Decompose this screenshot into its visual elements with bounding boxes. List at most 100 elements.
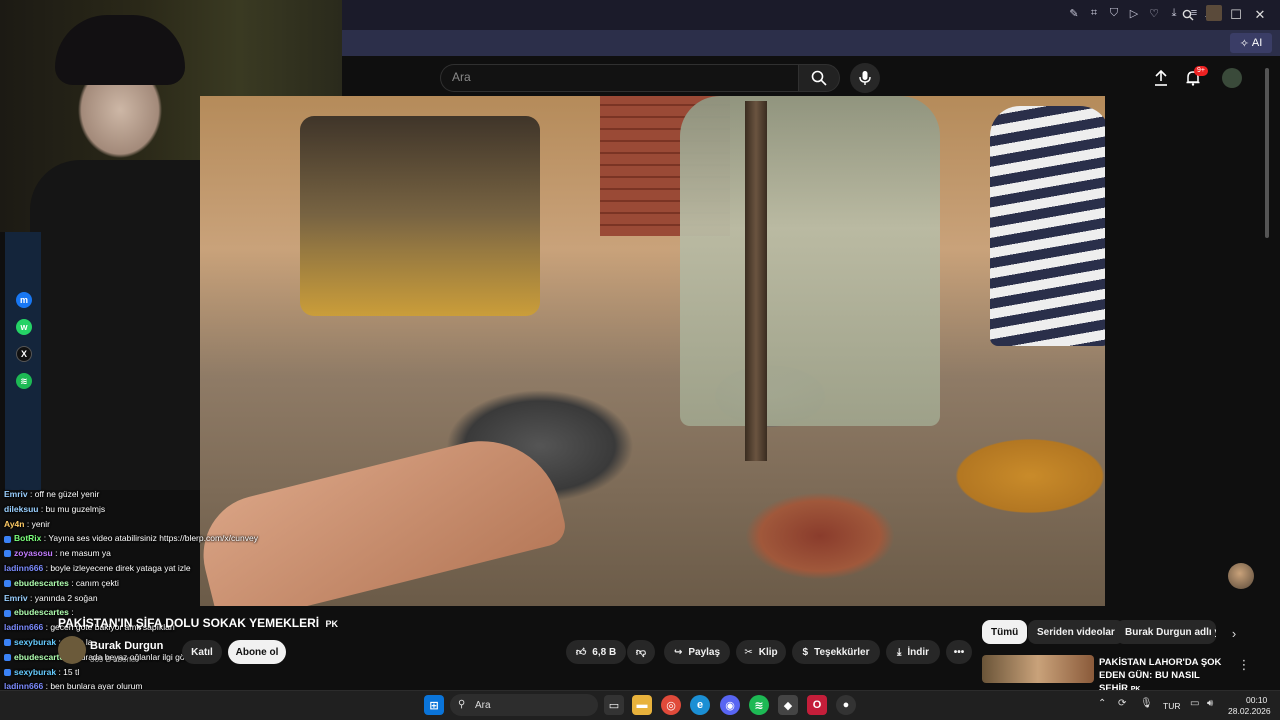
chevron-up-icon[interactable]: ⌃ xyxy=(1098,698,1106,709)
chat-message: ladinn666 : boyle izleyecene direk yatag… xyxy=(4,562,191,574)
chat-badge-icon xyxy=(4,535,11,543)
account-avatar[interactable] xyxy=(1222,68,1242,88)
chip-series-videos[interactable]: Seriden videolar xyxy=(1028,620,1124,644)
upload-icon xyxy=(1155,70,1167,86)
taskbar-search[interactable] xyxy=(450,694,598,716)
channel-avatar[interactable] xyxy=(58,636,86,664)
heart-icon[interactable]: ♡ xyxy=(1146,5,1162,21)
task-view-icon[interactable]: ▭ xyxy=(604,695,624,715)
messenger-icon[interactable]: m xyxy=(16,292,32,308)
screenshot-icon[interactable]: ⌗ xyxy=(1086,5,1102,21)
chat-message: Emriv : yanında 2 soğan xyxy=(4,592,98,604)
discord-icon[interactable]: ◉ xyxy=(720,695,740,715)
recommended-video-thumbnail[interactable] xyxy=(982,655,1094,683)
chat-badge-icon xyxy=(4,580,11,588)
maximize-icon[interactable]: ☐ xyxy=(1227,6,1245,24)
join-button[interactable]: Katıl xyxy=(182,640,222,664)
chat-username[interactable]: sexyburak xyxy=(14,637,56,647)
channel-name[interactable]: Burak Durgun xyxy=(90,640,163,652)
download-button[interactable]: ⤓ İndir xyxy=(886,640,940,664)
like-count: 6,8 B xyxy=(592,646,617,658)
chat-message: ebudescartes : canım çekti xyxy=(4,577,119,589)
download-icon: ⤓ xyxy=(896,646,902,658)
chat-username[interactable]: ebudescartes xyxy=(14,578,69,588)
video-scene-bystander xyxy=(990,106,1105,346)
chat-badge-icon xyxy=(4,609,11,617)
ai-button[interactable]: ✧ AI xyxy=(1230,33,1272,53)
chip-channel-videos[interactable]: Burak Durgun adlı yü xyxy=(1116,620,1216,644)
video-scene-pole xyxy=(745,101,767,461)
search-input[interactable] xyxy=(440,64,798,92)
thumbs-up-icon: 👍︎ xyxy=(575,647,587,658)
search-icon: ⚲ xyxy=(458,699,466,710)
spotify-icon[interactable]: ≋ xyxy=(16,373,32,389)
clock-date[interactable]: 28.02.2026 xyxy=(1228,706,1271,716)
join-label: Katıl xyxy=(191,646,213,658)
chat-text: : boyle izleyecene direk yataga yat izle xyxy=(45,563,191,573)
chat-message: Emriv : off ne güzel yenir xyxy=(4,488,99,500)
play-icon[interactable]: ▷ xyxy=(1126,5,1142,21)
chat-message: dileksuu : bu mu guzelmjs xyxy=(4,503,105,515)
chat-text: : 15 tl xyxy=(58,666,80,677)
chrome-icon[interactable]: ◎ xyxy=(661,695,681,715)
chat-message: zoyasosu : ne masum ya xyxy=(4,547,111,559)
scissors-icon: ✂ xyxy=(744,646,753,658)
edge-icon[interactable]: e xyxy=(690,695,710,715)
chat-text: : ne masum ya xyxy=(55,548,111,559)
chevron-right-icon[interactable]: › xyxy=(1225,624,1243,642)
dislike-button[interactable]: 👎︎ xyxy=(627,640,655,664)
chat-badge-icon xyxy=(4,654,11,662)
floating-avatar[interactable] xyxy=(1228,563,1254,589)
shield-icon[interactable]: ⛉ xyxy=(1106,5,1122,21)
chat-username[interactable]: Emriv xyxy=(4,593,28,603)
spotify-icon[interactable]: ≋ xyxy=(749,695,769,715)
screen: — ☐ ✕ ✎ ⌗ ⛉ ▷ ♡ ⤓ ≡ ✧ AI Ara 9+ m w X ≋ xyxy=(0,0,1280,720)
opera-icon[interactable]: O xyxy=(807,695,827,715)
share-label: Paylaş xyxy=(688,646,721,658)
chat-username[interactable]: ladinn666 xyxy=(4,563,43,573)
like-button[interactable]: 👍︎ 6,8 B xyxy=(566,640,626,664)
sync-icon[interactable]: ⟳ xyxy=(1118,698,1126,709)
monitor-icon[interactable]: ▭ xyxy=(1190,698,1199,709)
chat-username[interactable]: ladinn666 xyxy=(4,622,43,632)
chat-username[interactable]: Ay4n xyxy=(4,519,24,529)
webcam-person-hair xyxy=(55,15,185,85)
windows-start-icon[interactable]: ⊞ xyxy=(424,695,444,715)
page-scrollbar[interactable] xyxy=(1265,68,1269,238)
microphone-icon[interactable]: 🎙︎ xyxy=(1140,698,1153,709)
close-icon[interactable]: ✕ xyxy=(1251,6,1269,24)
recording-app-icon[interactable]: ● xyxy=(836,695,856,715)
clip-button[interactable]: ✂ Klip xyxy=(736,640,786,664)
file-explorer-icon[interactable]: ▬ xyxy=(632,695,652,715)
download-icon[interactable]: ⤓ xyxy=(1166,5,1182,21)
notification-count-badge: 9+ xyxy=(1194,66,1208,76)
stream-chat: Emriv : off ne güzel yenir dileksuu : bu … xyxy=(0,484,340,720)
chat-username[interactable]: zoyasosu xyxy=(14,548,53,558)
profile-icon[interactable] xyxy=(1206,5,1222,21)
subscribe-button[interactable]: Abone ol xyxy=(228,640,286,664)
x-icon[interactable]: X xyxy=(16,346,32,362)
voice-search-button[interactable] xyxy=(850,63,880,93)
chat-username[interactable]: BotRix xyxy=(14,533,41,543)
chip-all[interactable]: Tümü xyxy=(982,620,1028,644)
share-icon: ↪ xyxy=(673,646,683,658)
chat-username[interactable]: dileksuu xyxy=(4,504,38,514)
whatsapp-icon[interactable]: w xyxy=(16,319,32,335)
edit-icon[interactable]: ✎ xyxy=(1066,5,1082,21)
volume-icon[interactable]: 🔊︎ xyxy=(1207,698,1213,709)
clock-time[interactable]: 00:10 xyxy=(1246,695,1267,705)
more-actions-button[interactable]: ••• xyxy=(946,640,972,664)
taskbar-search-label: Ara xyxy=(475,700,491,711)
app-icon[interactable]: ◆ xyxy=(778,695,798,715)
upload-button[interactable] xyxy=(1150,67,1172,89)
thanks-button[interactable]: $ Teşekkürler xyxy=(792,640,880,664)
menu-icon[interactable]: ≡ xyxy=(1186,5,1202,21)
ai-label: AI xyxy=(1251,37,1263,49)
share-button[interactable]: ↪ Paylaş xyxy=(664,640,730,664)
chat-username[interactable]: sexyburak xyxy=(14,667,56,677)
search-button[interactable] xyxy=(798,64,840,92)
stream-side-panel xyxy=(41,232,200,490)
chat-username[interactable]: Emriv xyxy=(4,489,28,499)
more-vert-icon[interactable]: ⋮ xyxy=(1235,656,1253,674)
language-indicator[interactable]: TUR xyxy=(1163,701,1180,711)
